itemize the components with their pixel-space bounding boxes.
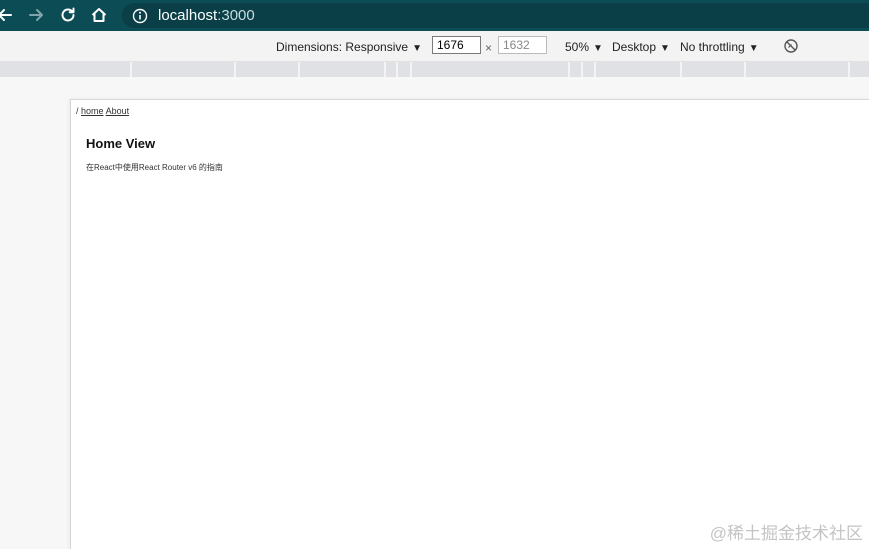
media-query-divider: [680, 62, 682, 77]
arrow-right-icon: [29, 9, 43, 21]
times-symbol: ×: [485, 41, 493, 55]
reload-button[interactable]: [57, 4, 79, 26]
dimensions-dropdown[interactable]: Dimensions: Responsive ▼: [276, 40, 422, 54]
url-text: localhost:3000: [158, 7, 255, 24]
media-query-divider: [848, 62, 850, 77]
disable-touch-icon[interactable]: [783, 38, 799, 54]
media-query-divider: [581, 62, 583, 77]
browser-toolbar: localhost:3000: [0, 0, 869, 31]
watermark-text: @稀土掘金技术社区: [709, 524, 863, 543]
media-query-divider: [744, 62, 746, 77]
reload-icon: [61, 7, 75, 22]
media-query-divider: [396, 62, 398, 77]
page-title: Home View: [86, 136, 156, 151]
arrow-left-icon: [0, 9, 12, 21]
media-query-divider: [410, 62, 412, 77]
forward-button[interactable]: [25, 4, 47, 26]
media-query-divider: [298, 62, 300, 77]
address-bar[interactable]: localhost:3000: [122, 3, 869, 28]
zoom-dropdown[interactable]: 50% ▼: [565, 40, 603, 54]
device-type-dropdown[interactable]: Desktop ▼: [612, 40, 670, 54]
dropdown-arrow-icon: ▼: [412, 43, 422, 54]
throttling-dropdown[interactable]: No throttling ▼: [680, 40, 759, 54]
emulated-viewport: / home About Home View 在React中使用React Ro…: [70, 99, 869, 549]
media-query-divider: [594, 62, 596, 77]
dropdown-arrow-icon: ▼: [660, 43, 670, 54]
device-toolbar: Dimensions: Responsive▼ × 50%▼ Desktop▼ …: [0, 31, 869, 62]
dropdown-arrow-icon: ▼: [593, 43, 603, 54]
home-icon: [91, 8, 107, 22]
dropdown-arrow-icon: ▼: [748, 43, 759, 54]
home-button[interactable]: [88, 4, 110, 26]
page-description: 在React中使用React Router v6 的指南: [86, 163, 223, 172]
height-input[interactable]: [498, 36, 547, 54]
breadcrumb: / home About: [76, 106, 130, 116]
media-query-divider: [568, 62, 570, 77]
media-query-divider: [384, 62, 386, 77]
home-link[interactable]: home: [81, 106, 104, 116]
back-button[interactable]: [0, 4, 16, 26]
media-query-bar[interactable]: [0, 62, 869, 77]
width-input[interactable]: [432, 36, 481, 54]
media-query-divider: [130, 62, 132, 77]
about-link[interactable]: About: [106, 106, 130, 116]
media-query-divider: [234, 62, 236, 77]
info-icon[interactable]: [132, 8, 148, 24]
